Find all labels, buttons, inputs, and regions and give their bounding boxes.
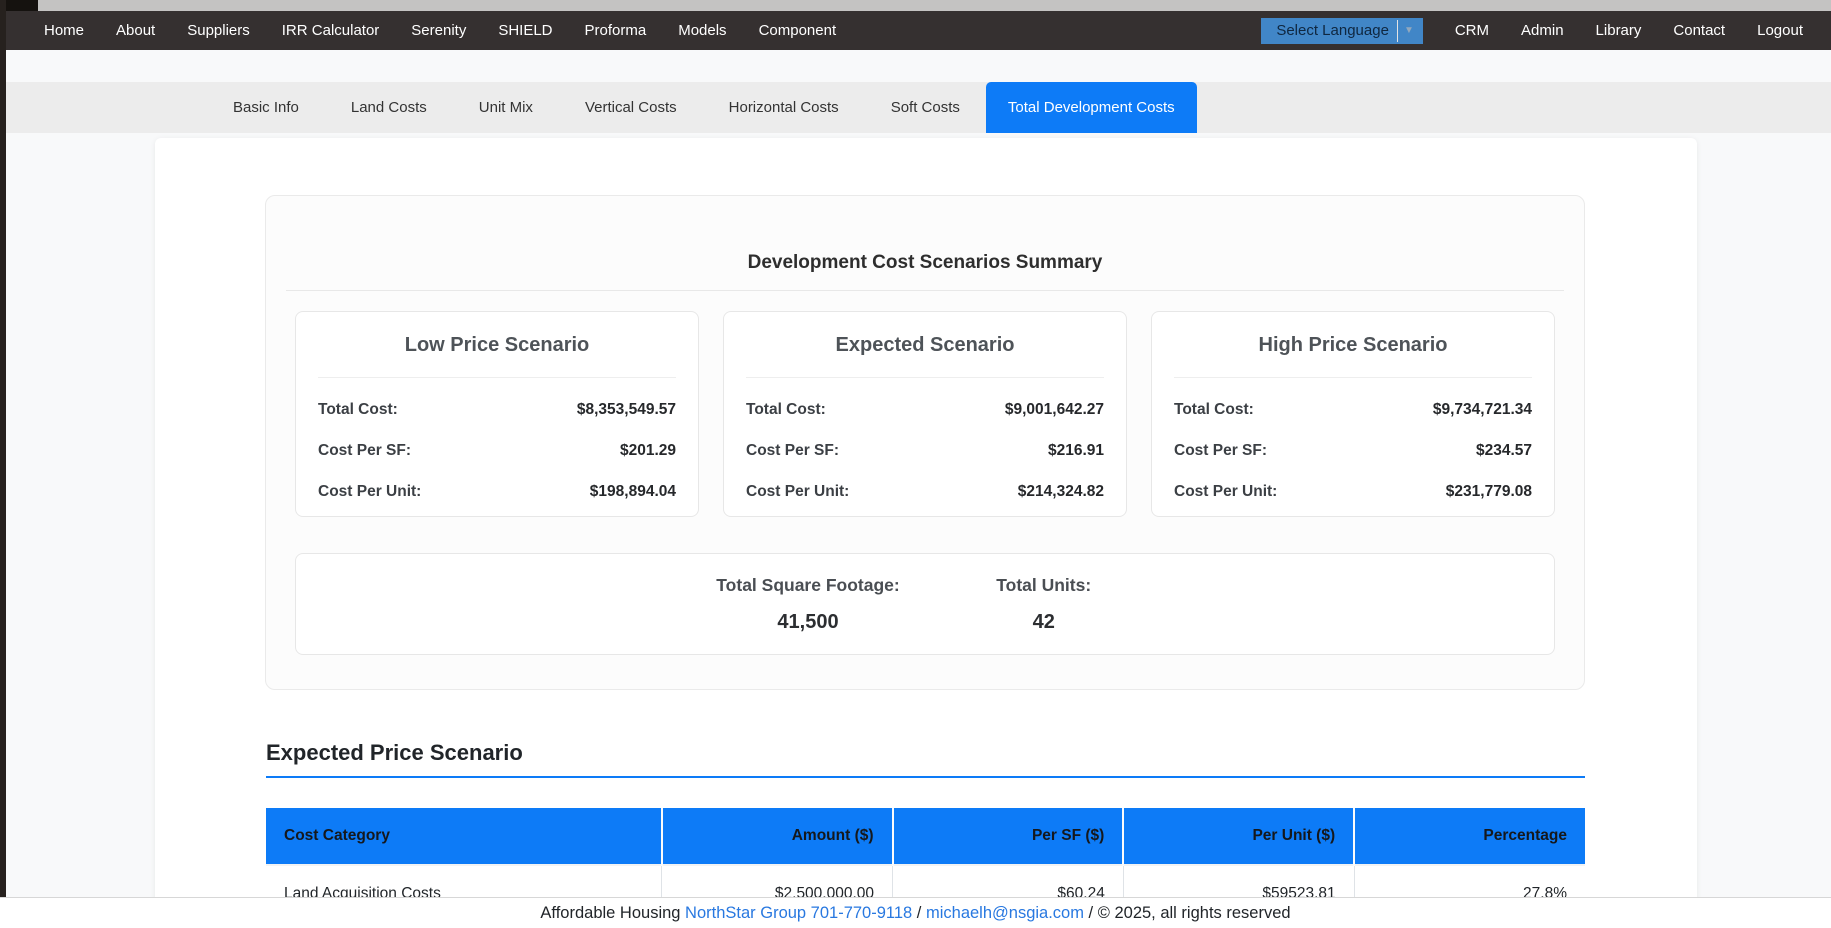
table-header-row: Cost Category Amount ($) Per SF ($) Per … bbox=[266, 808, 1585, 865]
tab-vertical-costs[interactable]: Vertical Costs bbox=[559, 82, 703, 133]
metric-label: Cost Per SF: bbox=[1174, 442, 1267, 460]
summary-title: Development Cost Scenarios Summary bbox=[266, 196, 1584, 274]
content-card: Development Cost Scenarios Summary Low P… bbox=[155, 138, 1697, 928]
nav-item-home[interactable]: Home bbox=[28, 22, 100, 39]
nav-item-crm[interactable]: CRM bbox=[1439, 22, 1505, 39]
summary-divider bbox=[286, 290, 1564, 291]
metric-value: $231,779.08 bbox=[1446, 483, 1532, 501]
nav-item-logout[interactable]: Logout bbox=[1741, 22, 1819, 39]
metric-row-cost-per-unit: Cost Per Unit: $214,324.82 bbox=[746, 483, 1104, 501]
nav-item-contact[interactable]: Contact bbox=[1657, 22, 1741, 39]
metric-value: $214,324.82 bbox=[1018, 483, 1104, 501]
expected-scenario-underline bbox=[266, 776, 1585, 778]
metric-label: Total Cost: bbox=[1174, 401, 1254, 419]
metric-value: $9,001,642.27 bbox=[1005, 401, 1104, 419]
column-header-per-unit: Per Unit ($) bbox=[1123, 808, 1354, 865]
metric-row-cost-per-unit: Cost Per Unit: $198,894.04 bbox=[318, 483, 676, 501]
project-totals-card: Total Square Footage: 41,500 Total Units… bbox=[295, 553, 1555, 655]
tab-basic-info[interactable]: Basic Info bbox=[207, 82, 325, 133]
total-units-label: Total Units: bbox=[954, 575, 1134, 596]
metric-row-cost-per-sf: Cost Per SF: $201.29 bbox=[318, 442, 676, 460]
nav-item-about[interactable]: About bbox=[100, 22, 171, 39]
navbar-left-group: Home About Suppliers IRR Calculator Sere… bbox=[0, 22, 852, 39]
nav-item-irr-calculator[interactable]: IRR Calculator bbox=[266, 22, 396, 39]
window-left-edge bbox=[0, 0, 6, 897]
expected-scenario-heading: Expected Price Scenario bbox=[266, 740, 1585, 766]
nav-item-models[interactable]: Models bbox=[662, 22, 742, 39]
column-header-amount: Amount ($) bbox=[662, 808, 893, 865]
metric-row-cost-per-sf: Cost Per SF: $234.57 bbox=[1174, 442, 1532, 460]
total-square-footage-block: Total Square Footage: 41,500 bbox=[716, 575, 899, 654]
metric-value: $198,894.04 bbox=[590, 483, 676, 501]
metric-row-total-cost: Total Cost: $9,001,642.27 bbox=[746, 401, 1104, 419]
metric-label: Total Cost: bbox=[746, 401, 826, 419]
metric-value: $201.29 bbox=[620, 442, 676, 460]
metric-label: Cost Per Unit: bbox=[1174, 483, 1277, 501]
nav-item-shield[interactable]: SHIELD bbox=[482, 22, 568, 39]
metric-value: $216.91 bbox=[1048, 442, 1104, 460]
nav-item-component[interactable]: Component bbox=[743, 22, 853, 39]
window-top-strip bbox=[0, 0, 1831, 11]
column-header-per-sf: Per SF ($) bbox=[893, 808, 1124, 865]
metric-label: Cost Per Unit: bbox=[318, 483, 421, 501]
footer-phone-link[interactable]: NorthStar Group 701-770-9118 bbox=[685, 904, 912, 923]
tab-unit-mix[interactable]: Unit Mix bbox=[453, 82, 559, 133]
scenario-cards-row: Low Price Scenario Total Cost: $8,353,54… bbox=[295, 311, 1555, 517]
metric-value: $8,353,549.57 bbox=[577, 401, 676, 419]
scenario-title: Expected Scenario bbox=[746, 334, 1104, 357]
nav-item-admin[interactable]: Admin bbox=[1505, 22, 1580, 39]
footer-copyright: / © 2025, all rights reserved bbox=[1084, 904, 1291, 923]
metric-row-total-cost: Total Cost: $8,353,549.57 bbox=[318, 401, 676, 419]
metric-row-total-cost: Total Cost: $9,734,721.34 bbox=[1174, 401, 1532, 419]
scenario-title: Low Price Scenario bbox=[318, 334, 676, 357]
metric-row-cost-per-unit: Cost Per Unit: $231,779.08 bbox=[1174, 483, 1532, 501]
footer-email-link[interactable]: michaelh@nsgia.com bbox=[926, 904, 1084, 923]
chevron-down-icon: ▼ bbox=[1404, 26, 1414, 36]
metric-row-cost-per-sf: Cost Per SF: $216.91 bbox=[746, 442, 1104, 460]
language-selector[interactable]: Select Language ▼ bbox=[1261, 18, 1423, 44]
scenario-card-high: High Price Scenario Total Cost: $9,734,7… bbox=[1151, 311, 1555, 517]
nav-item-suppliers[interactable]: Suppliers bbox=[171, 22, 266, 39]
footer-separator: / bbox=[912, 904, 926, 923]
proforma-tabbar: Basic Info Land Costs Unit Mix Vertical … bbox=[0, 82, 1831, 133]
column-header-percentage: Percentage bbox=[1354, 808, 1585, 865]
scenario-title: High Price Scenario bbox=[1174, 334, 1532, 357]
nav-item-proforma[interactable]: Proforma bbox=[569, 22, 663, 39]
total-units-value: 42 bbox=[954, 611, 1134, 634]
page-footer: Affordable Housing NorthStar Group 701-7… bbox=[0, 897, 1831, 928]
metric-label: Total Cost: bbox=[318, 401, 398, 419]
scenario-divider bbox=[1174, 377, 1532, 378]
column-header-cost-category: Cost Category bbox=[266, 808, 662, 865]
language-selector-label: Select Language bbox=[1276, 22, 1389, 39]
metric-label: Cost Per Unit: bbox=[746, 483, 849, 501]
navbar-right-group: Select Language ▼ CRM Admin Library Cont… bbox=[1261, 18, 1831, 44]
scenario-divider bbox=[746, 377, 1104, 378]
tab-soft-costs[interactable]: Soft Costs bbox=[865, 82, 986, 133]
total-units-block: Total Units: 42 bbox=[954, 575, 1134, 654]
tab-horizontal-costs[interactable]: Horizontal Costs bbox=[703, 82, 865, 133]
tab-total-development-costs[interactable]: Total Development Costs bbox=[986, 82, 1197, 133]
metric-value: $234.57 bbox=[1476, 442, 1532, 460]
scenario-divider bbox=[318, 377, 676, 378]
scenarios-summary-panel: Development Cost Scenarios Summary Low P… bbox=[265, 195, 1585, 690]
scenario-card-expected: Expected Scenario Total Cost: $9,001,642… bbox=[723, 311, 1127, 517]
nav-item-serenity[interactable]: Serenity bbox=[395, 22, 482, 39]
total-square-footage-value: 41,500 bbox=[716, 611, 899, 634]
metric-label: Cost Per SF: bbox=[318, 442, 411, 460]
nav-item-library[interactable]: Library bbox=[1580, 22, 1658, 39]
metric-label: Cost Per SF: bbox=[746, 442, 839, 460]
footer-prefix: Affordable Housing bbox=[540, 904, 685, 923]
scenario-card-low: Low Price Scenario Total Cost: $8,353,54… bbox=[295, 311, 699, 517]
metric-value: $9,734,721.34 bbox=[1433, 401, 1532, 419]
language-selector-divider bbox=[1397, 20, 1398, 42]
total-square-footage-label: Total Square Footage: bbox=[716, 575, 899, 596]
main-navbar: Home About Suppliers IRR Calculator Sere… bbox=[0, 11, 1831, 50]
tab-land-costs[interactable]: Land Costs bbox=[325, 82, 453, 133]
